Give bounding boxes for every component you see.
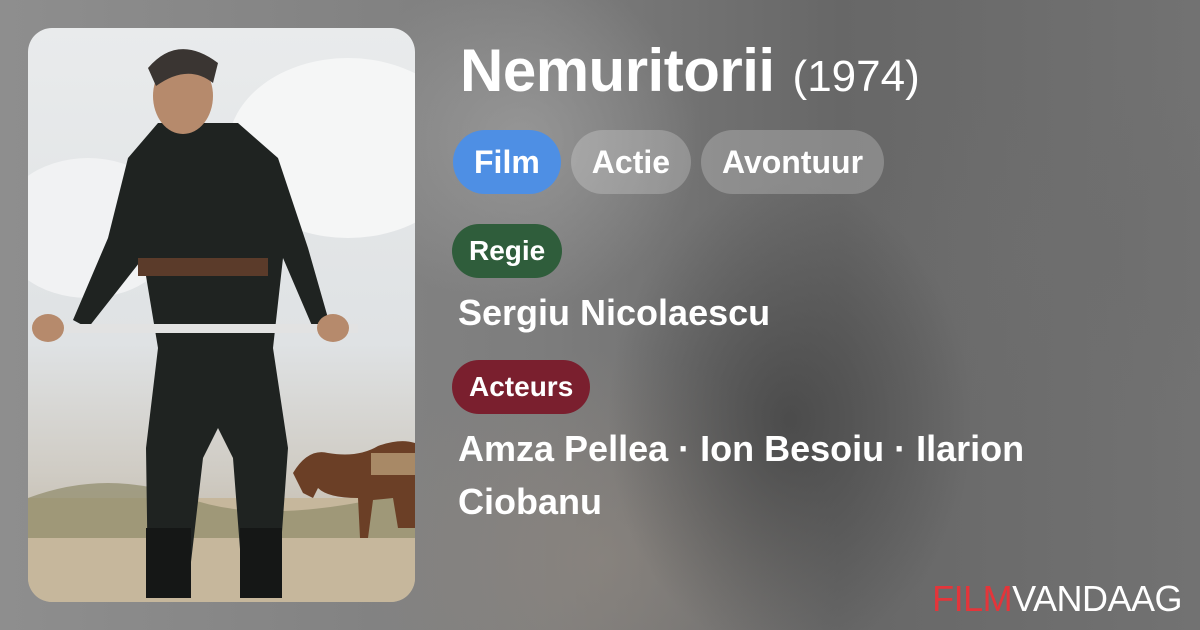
movie-poster	[28, 28, 415, 602]
movie-year: (1974)	[792, 52, 920, 101]
director-name: Sergiu Nicolaescu	[458, 292, 771, 333]
cast-names: Amza Pellea · Ion Besoiu · Ilarion Cioba…	[458, 428, 1025, 522]
genre-chip-film[interactable]: Film	[453, 130, 561, 194]
brand-logo: FILMVANDAAG	[932, 578, 1182, 620]
genre-chip-avontuur[interactable]: Avontuur	[701, 130, 885, 194]
brand-logo-part1: FILM	[932, 578, 1013, 619]
title-row: Nemuritorii (1974)	[460, 36, 920, 105]
genre-chips: Film Actie Avontuur	[453, 130, 885, 194]
movie-title: Nemuritorii	[460, 37, 775, 104]
genre-chip-actie[interactable]: Actie	[570, 130, 692, 194]
cast-label: Acteurs	[452, 360, 591, 414]
director-label: Regie	[452, 224, 563, 278]
brand-logo-part2: VANDAAG	[1012, 578, 1182, 619]
